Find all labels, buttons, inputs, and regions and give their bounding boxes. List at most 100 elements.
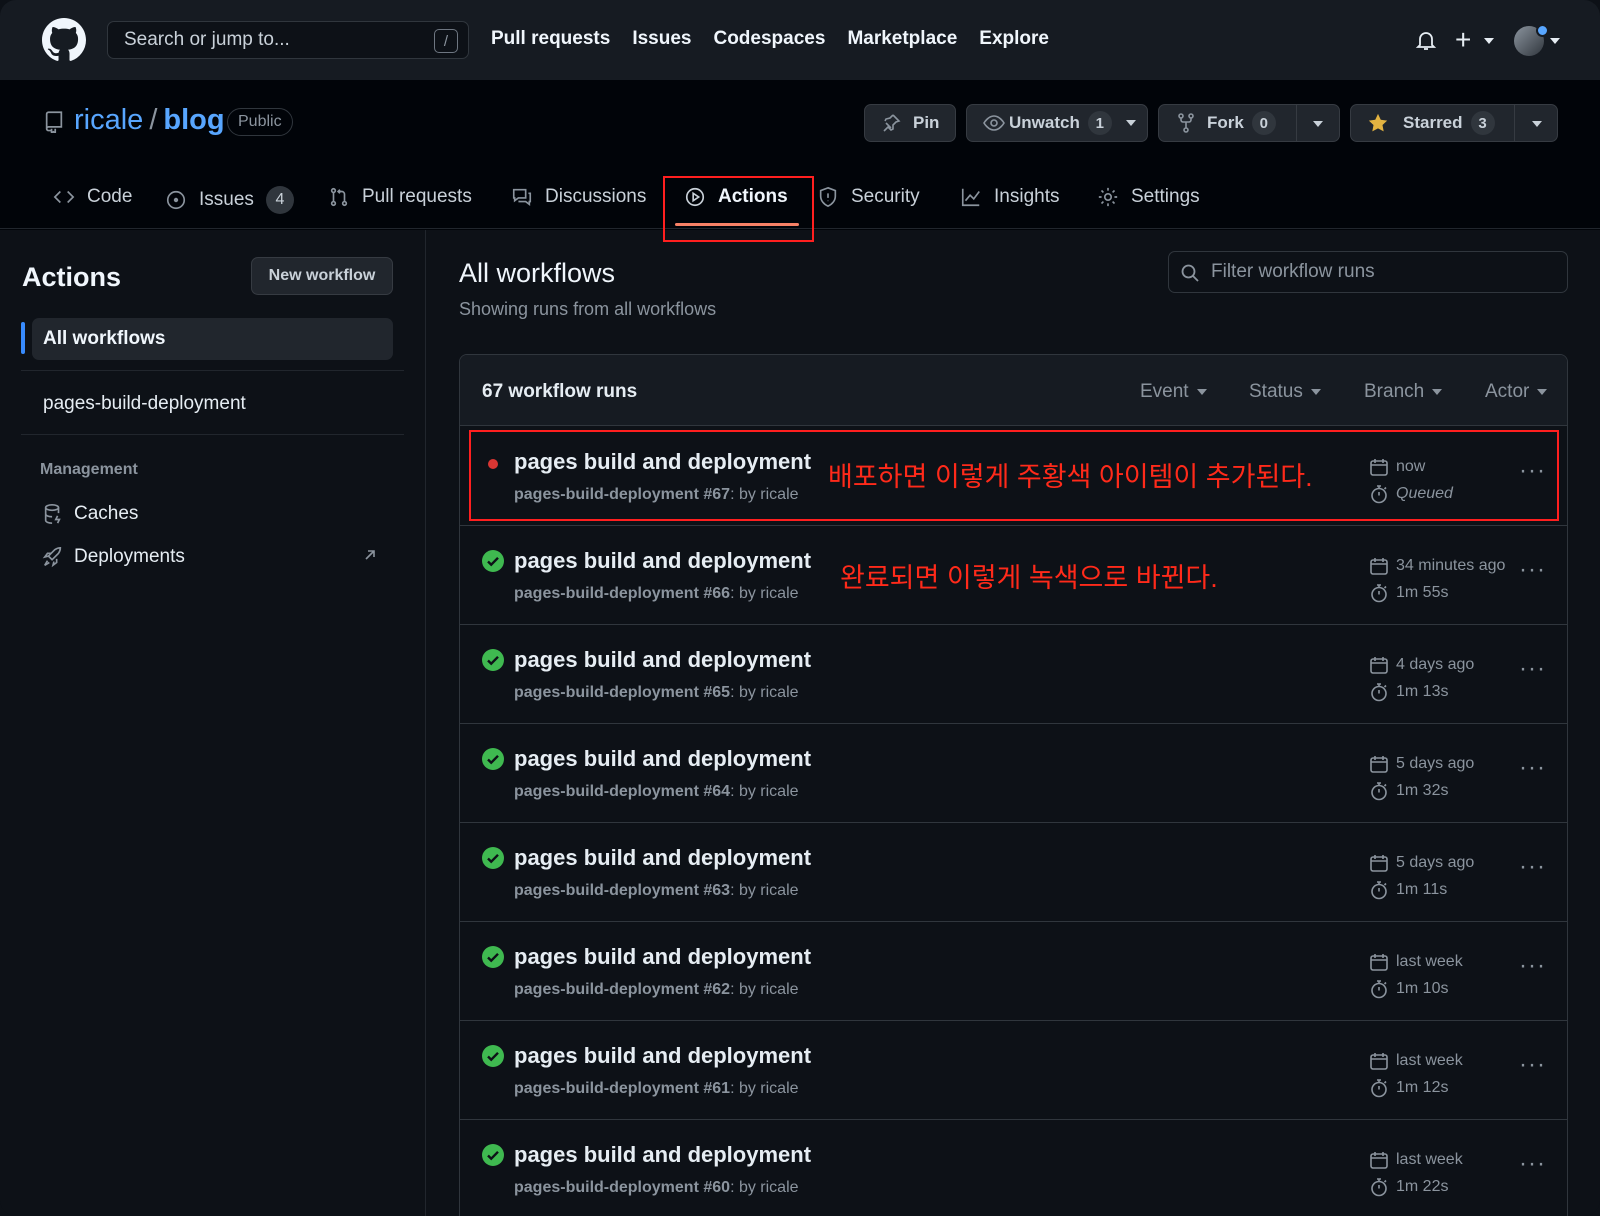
actor-filter[interactable]: Actor — [1485, 381, 1548, 403]
more-options-icon[interactable]: ··· — [1519, 754, 1546, 782]
more-options-icon[interactable]: ··· — [1519, 853, 1546, 881]
fork-label: Fork — [1207, 113, 1244, 132]
run-date-text: last week — [1396, 1151, 1463, 1168]
run-number: #60 — [703, 1179, 731, 1196]
tab-discussions[interactable]: Discussions — [511, 186, 646, 208]
sidebar-item-deployments[interactable]: Deployments — [42, 546, 185, 568]
branch-filter[interactable]: Branch — [1364, 381, 1443, 403]
run-date: 4 days ago — [1369, 655, 1474, 675]
run-duration-text: 1m 13s — [1396, 683, 1449, 700]
nav-marketplace[interactable]: Marketplace — [847, 28, 957, 50]
fork-count: 0 — [1251, 111, 1276, 135]
nav-explore[interactable]: Explore — [979, 28, 1049, 50]
run-date: last week — [1369, 1150, 1463, 1170]
chevron-down-icon — [1537, 389, 1548, 395]
stopwatch-icon — [1371, 980, 1387, 999]
tab-label: Pull requests — [362, 186, 472, 207]
status-filter[interactable]: Status — [1249, 381, 1321, 403]
sidebar-item-caches[interactable]: Caches — [42, 503, 138, 525]
workflow-run-row[interactable]: pages build and deployment pages-build-d… — [460, 823, 1567, 922]
search-input[interactable]: Search or jump to... / — [107, 21, 469, 59]
repo-name-link[interactable]: blog — [163, 104, 224, 137]
run-duration-text: 1m 12s — [1396, 1079, 1449, 1096]
tab-issues[interactable]: Issues 4 — [165, 186, 294, 214]
run-workflow-name: pages-build-deployment — [514, 882, 699, 899]
filter-label: Status — [1249, 381, 1303, 402]
run-title[interactable]: pages build and deployment — [514, 845, 811, 871]
run-title[interactable]: pages build and deployment — [514, 746, 811, 772]
run-title[interactable]: pages build and deployment — [514, 1142, 811, 1168]
calendar-icon — [1370, 954, 1388, 971]
run-meta: pages-build-deployment #66: by ricale — [514, 585, 799, 603]
nav-issues[interactable]: Issues — [632, 28, 691, 50]
chevron-down-icon — [1550, 38, 1560, 44]
more-options-icon[interactable]: ··· — [1519, 1150, 1546, 1178]
run-meta: pages-build-deployment #62: by ricale — [514, 981, 799, 999]
run-title[interactable]: pages build and deployment — [514, 1043, 811, 1069]
run-date: last week — [1369, 952, 1463, 972]
run-number: #65 — [703, 684, 731, 701]
run-title[interactable]: pages build and deployment — [514, 548, 811, 574]
run-meta: pages-build-deployment #65: by ricale — [514, 684, 799, 702]
event-filter[interactable]: Event — [1140, 381, 1207, 403]
starred-button[interactable]: Starred 3 — [1350, 104, 1558, 142]
bell-icon[interactable] — [1414, 28, 1438, 52]
repo-separator: / — [149, 104, 158, 136]
create-new-icon[interactable]: + — [1455, 26, 1471, 54]
run-meta: pages-build-deployment #64: by ricale — [514, 783, 799, 801]
workflow-run-row[interactable]: pages build and deployment pages-build-d… — [460, 724, 1567, 823]
tab-code[interactable]: Code — [53, 186, 132, 208]
code-icon — [53, 190, 75, 204]
sidebar-item-all-workflows[interactable]: All workflows — [32, 318, 393, 360]
calendar-icon — [1370, 657, 1388, 674]
pull-request-icon — [330, 187, 348, 207]
gear-icon — [1098, 187, 1118, 207]
tab-pull-requests[interactable]: Pull requests — [328, 186, 472, 208]
new-workflow-button[interactable]: New workflow — [251, 257, 393, 295]
github-logo-icon[interactable] — [42, 18, 86, 62]
more-options-icon[interactable]: ··· — [1519, 952, 1546, 980]
calendar-icon — [1370, 1152, 1388, 1169]
run-duration-text: 1m 55s — [1396, 584, 1449, 601]
filter-label: Event — [1140, 381, 1189, 402]
stopwatch-icon — [1371, 1079, 1387, 1098]
chevron-down-icon[interactable] — [1313, 121, 1323, 127]
fork-button[interactable]: Fork 0 — [1158, 104, 1340, 142]
nav-pull-requests[interactable]: Pull requests — [491, 28, 610, 50]
selected-item-marker — [21, 322, 25, 354]
filter-workflow-runs-input[interactable]: Filter workflow runs — [1168, 251, 1568, 293]
tab-settings[interactable]: Settings — [1097, 186, 1200, 208]
run-duration-text: 1m 22s — [1396, 1178, 1449, 1195]
repo-owner-link[interactable]: ricale — [74, 104, 143, 137]
workflow-run-row[interactable]: pages build and deployment pages-build-d… — [460, 526, 1567, 625]
visibility-badge: Public — [227, 108, 293, 136]
more-options-icon[interactable]: ··· — [1519, 1051, 1546, 1079]
run-date-text: 5 days ago — [1396, 755, 1475, 772]
workflow-run-row[interactable]: pages build and deployment pages-build-d… — [460, 922, 1567, 1021]
more-options-icon[interactable]: ··· — [1519, 556, 1546, 584]
tab-insights[interactable]: Insights — [960, 186, 1059, 208]
sidebar-item-pages-build-deployment[interactable]: pages-build-deployment — [43, 393, 246, 415]
tab-security[interactable]: Security — [817, 186, 920, 208]
unwatch-button[interactable]: Unwatch 1 — [966, 104, 1148, 142]
calendar-icon — [1370, 1053, 1388, 1070]
workflow-run-row[interactable]: pages build and deployment pages-build-d… — [460, 1120, 1567, 1216]
notification-dot-icon — [1536, 24, 1549, 37]
tab-label: Settings — [1131, 186, 1200, 207]
run-title[interactable]: pages build and deployment — [514, 647, 811, 673]
more-options-icon[interactable]: ··· — [1519, 655, 1546, 683]
tab-label: Issues — [199, 189, 254, 210]
chevron-down-icon — [1432, 389, 1443, 395]
starred-label: Starred — [1403, 113, 1463, 132]
run-date: last week — [1369, 1051, 1463, 1071]
graph-icon — [961, 188, 980, 207]
nav-codespaces[interactable]: Codespaces — [713, 28, 825, 50]
workflow-run-row[interactable]: pages build and deployment pages-build-d… — [460, 1021, 1567, 1120]
sidebar-title: Actions — [22, 262, 122, 292]
page-title: All workflows — [459, 258, 616, 288]
run-workflow-name: pages-build-deployment — [514, 585, 699, 602]
run-title[interactable]: pages build and deployment — [514, 944, 811, 970]
pin-button[interactable]: Pin — [864, 104, 956, 142]
workflow-run-row[interactable]: pages build and deployment pages-build-d… — [460, 625, 1567, 724]
chevron-down-icon[interactable] — [1532, 121, 1542, 127]
